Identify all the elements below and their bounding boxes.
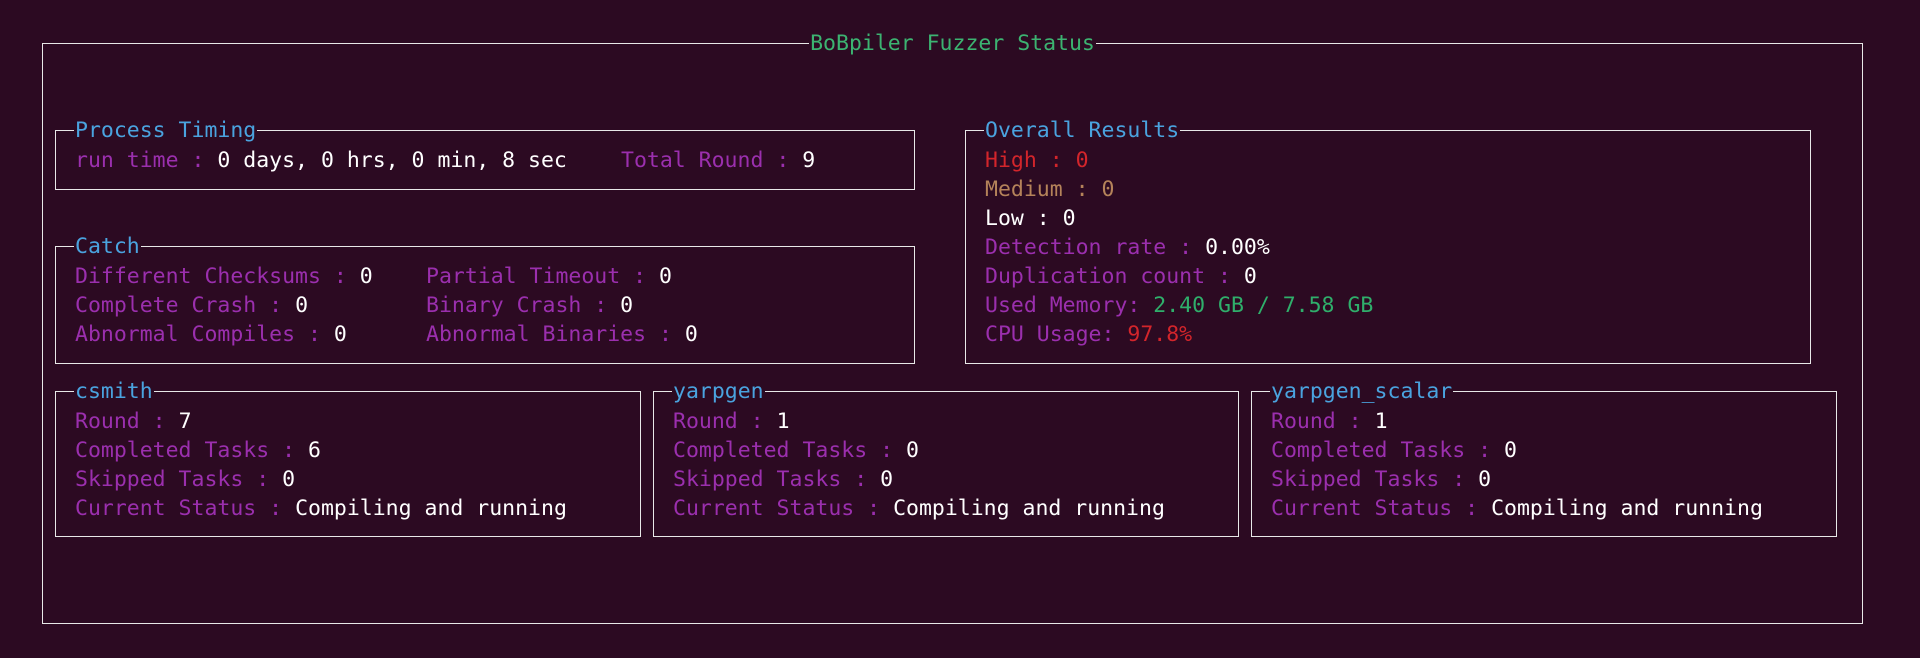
process-timing-title: Process Timing (74, 116, 258, 145)
used-memory-label: Used Memory: (985, 293, 1154, 318)
total-round-value: 9 (802, 148, 816, 173)
round-row: Round : 1 (1271, 407, 1388, 436)
binary-crash-row: Binary Crash : 0 (426, 291, 633, 320)
detection-rate-row: Detection rate : 0.00% (985, 233, 1270, 262)
generator-panel-yarpgen: yarpgen Round : 1 Completed Tasks : 0 Sk… (653, 377, 1239, 537)
medium-row: Medium : 0 (985, 175, 1114, 204)
abnormal-compiles-label: Abnormal Compiles : (75, 322, 334, 347)
current-status-value: Compiling and running (295, 496, 567, 521)
duplication-count-label: Duplication count : (985, 264, 1244, 289)
different-checksums-row: Different Checksums : 0 (75, 262, 373, 291)
cpu-usage-row: CPU Usage: 97.8% (985, 320, 1192, 349)
current-status-label: Current Status : (75, 496, 296, 521)
current-status-label: Current Status : (673, 496, 894, 521)
complete-crash-row: Complete Crash : 0 (75, 291, 308, 320)
page-title: BoBpiler Fuzzer Status (809, 31, 1096, 56)
completed-tasks-label: Completed Tasks : (1271, 438, 1504, 463)
skipped-tasks-row: Skipped Tasks : 0 (75, 465, 295, 494)
low-value: 0 (1062, 206, 1076, 231)
total-round-label: Total Round : (621, 148, 803, 173)
round-value: 1 (1374, 409, 1388, 434)
abnormal-binaries-row: Abnormal Binaries : 0 (426, 320, 698, 349)
high-label: High : (985, 148, 1076, 173)
duplication-count-row: Duplication count : 0 (985, 262, 1257, 291)
overall-results-title: Overall Results (984, 116, 1181, 145)
generator-title: yarpgen_scalar (1270, 377, 1454, 406)
partial-timeout-label: Partial Timeout : (426, 264, 659, 289)
round-row: Round : 7 (75, 407, 192, 436)
catch-panel: Catch Different Checksums : 0 Partial Ti… (55, 232, 915, 364)
used-memory-value: 2.40 GB / 7.58 GB (1153, 293, 1374, 318)
complete-crash-value: 0 (295, 293, 309, 318)
abnormal-binaries-label: Abnormal Binaries : (426, 322, 685, 347)
generator-title: csmith (74, 377, 154, 406)
run-time-row: run time : 0 days, 0 hrs, 0 min, 8 sec (75, 146, 567, 175)
used-memory-row: Used Memory: 2.40 GB / 7.58 GB (985, 291, 1373, 320)
run-time-value: 0 days, 0 hrs, 0 min, 8 sec (217, 148, 567, 173)
skipped-tasks-label: Skipped Tasks : (1271, 467, 1479, 492)
duplication-count-value: 0 (1243, 264, 1257, 289)
process-timing-panel: Process Timing run time : 0 days, 0 hrs,… (55, 116, 915, 190)
cpu-usage-label: CPU Usage: (985, 322, 1128, 347)
different-checksums-label: Different Checksums : (75, 264, 360, 289)
completed-tasks-label: Completed Tasks : (673, 438, 906, 463)
low-row: Low : 0 (985, 204, 1076, 233)
completed-tasks-row: Completed Tasks : 6 (75, 436, 321, 465)
skipped-tasks-row: Skipped Tasks : 0 (673, 465, 893, 494)
binary-crash-value: 0 (620, 293, 634, 318)
detection-rate-label: Detection rate : (985, 235, 1206, 260)
different-checksums-value: 0 (359, 264, 373, 289)
skipped-tasks-value: 0 (880, 467, 894, 492)
skipped-tasks-label: Skipped Tasks : (673, 467, 881, 492)
total-round-row: Total Round : 9 (621, 146, 815, 175)
current-status-value: Compiling and running (893, 496, 1165, 521)
partial-timeout-row: Partial Timeout : 0 (426, 262, 672, 291)
medium-label: Medium : (985, 177, 1102, 202)
skipped-tasks-value: 0 (1478, 467, 1492, 492)
round-label: Round : (75, 409, 179, 434)
low-label: Low : (985, 206, 1063, 231)
current-status-row: Current Status : Compiling and running (1271, 494, 1763, 523)
generator-panel-csmith: csmith Round : 7 Completed Tasks : 6 Ski… (55, 377, 641, 537)
completed-tasks-row: Completed Tasks : 0 (673, 436, 919, 465)
round-value: 7 (178, 409, 192, 434)
overall-results-panel: Overall Results High : 0 Medium : 0 Low … (965, 116, 1811, 364)
abnormal-binaries-value: 0 (684, 322, 698, 347)
current-status-label: Current Status : (1271, 496, 1492, 521)
generator-title: yarpgen (672, 377, 765, 406)
completed-tasks-value: 0 (906, 438, 919, 463)
abnormal-compiles-row: Abnormal Compiles : 0 (75, 320, 347, 349)
skipped-tasks-value: 0 (282, 467, 296, 492)
generator-panel-yarpgen-scalar: yarpgen_scalar Round : 1 Completed Tasks… (1251, 377, 1837, 537)
medium-value: 0 (1101, 177, 1115, 202)
cpu-usage-value: 97.8% (1127, 322, 1193, 347)
complete-crash-label: Complete Crash : (75, 293, 296, 318)
round-label: Round : (1271, 409, 1375, 434)
partial-timeout-value: 0 (659, 264, 672, 289)
round-value: 1 (776, 409, 790, 434)
completed-tasks-label: Completed Tasks : (75, 438, 308, 463)
skipped-tasks-row: Skipped Tasks : 0 (1271, 465, 1491, 494)
completed-tasks-value: 0 (1504, 438, 1517, 463)
catch-title: Catch (74, 232, 141, 261)
high-value: 0 (1075, 148, 1089, 173)
current-status-row: Current Status : Compiling and running (75, 494, 567, 523)
completed-tasks-row: Completed Tasks : 0 (1271, 436, 1517, 465)
run-time-label: run time : (75, 148, 218, 173)
current-status-value: Compiling and running (1491, 496, 1763, 521)
abnormal-compiles-value: 0 (333, 322, 347, 347)
detection-rate-value: 0.00% (1205, 235, 1270, 260)
completed-tasks-value: 6 (308, 438, 321, 463)
round-label: Round : (673, 409, 777, 434)
current-status-row: Current Status : Compiling and running (673, 494, 1165, 523)
binary-crash-label: Binary Crash : (426, 293, 621, 318)
skipped-tasks-label: Skipped Tasks : (75, 467, 283, 492)
round-row: Round : 1 (673, 407, 790, 436)
high-row: High : 0 (985, 146, 1089, 175)
